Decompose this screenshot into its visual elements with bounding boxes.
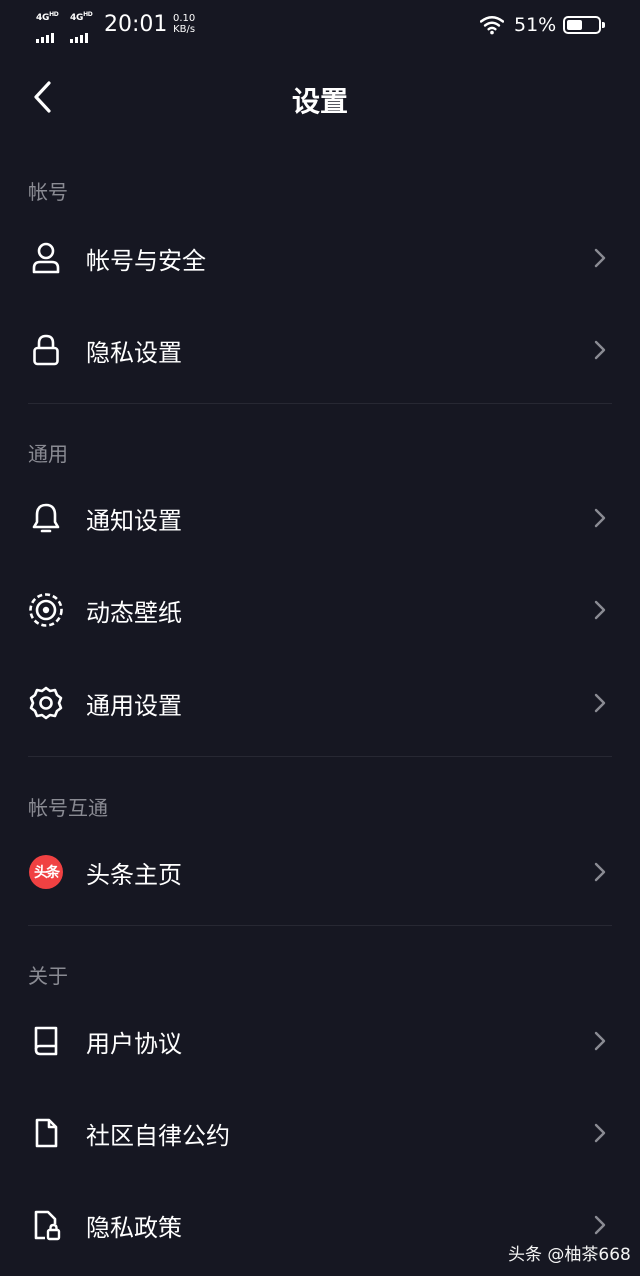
page-title: 设置 [291, 85, 348, 118]
menu-item-label: 隐私政策 [86, 1214, 182, 1242]
network-hd-label: HD [83, 11, 93, 18]
battery-level-fill [567, 20, 582, 30]
section-header-linked-accounts: 帐号互通 [28, 796, 108, 820]
wifi-icon [480, 16, 504, 35]
document-icon [28, 1115, 64, 1151]
menu-item-label: 通用设置 [86, 692, 182, 720]
menu-item-privacy-settings[interactable]: 隐私设置 [0, 306, 640, 394]
lock-icon [28, 332, 64, 368]
toutiao-logo-icon: 头条 [28, 854, 64, 890]
section-header-general: 通用 [28, 442, 68, 466]
menu-item-label: 动态壁纸 [86, 599, 182, 627]
book-icon [28, 1023, 64, 1059]
live-wallpaper-icon [28, 592, 64, 628]
chevron-right-icon [594, 508, 606, 528]
menu-item-label: 用户协议 [86, 1030, 182, 1058]
network-speed-value: 0.10 [173, 13, 196, 24]
signal-bars-icon [70, 24, 90, 43]
gear-icon [28, 685, 64, 721]
chevron-right-icon [594, 862, 606, 882]
chevron-right-icon [594, 248, 606, 268]
menu-item-live-wallpaper[interactable]: 动态壁纸 [0, 566, 640, 654]
chevron-right-icon [594, 340, 606, 360]
signal-bars-icon [36, 24, 56, 43]
chevron-right-icon [594, 1123, 606, 1143]
status-bar: 4GHD 4GHD 20:01 0.10 KB/s 51% [0, 0, 640, 52]
chevron-right-icon [594, 1031, 606, 1051]
toutiao-badge: 头条 [29, 855, 63, 889]
network-type-label: 4G [70, 13, 84, 23]
signal-indicator-1: 4GHD [36, 11, 66, 43]
watermark: 头条 @柚茶668 [508, 1245, 631, 1265]
menu-item-general-settings[interactable]: 通用设置 [0, 659, 640, 747]
menu-item-label: 隐私设置 [86, 339, 182, 367]
signal-indicator-2: 4GHD [70, 11, 100, 43]
user-icon [28, 240, 64, 276]
chevron-right-icon [594, 600, 606, 620]
bell-icon [28, 500, 64, 536]
chevron-right-icon [594, 1215, 606, 1235]
network-hd-label: HD [49, 11, 59, 18]
menu-item-toutiao-homepage[interactable]: 头条 头条主页 [0, 828, 640, 916]
menu-item-label: 头条主页 [86, 861, 182, 889]
menu-item-notification-settings[interactable]: 通知设置 [0, 474, 640, 562]
network-type-label: 4G [36, 13, 50, 23]
section-divider [28, 403, 612, 404]
chevron-right-icon [594, 693, 606, 713]
section-header-account: 帐号 [28, 180, 68, 204]
menu-item-label: 帐号与安全 [86, 247, 206, 275]
menu-item-label: 社区自律公约 [86, 1122, 230, 1150]
network-speed: 0.10 KB/s [173, 13, 195, 35]
battery-icon [563, 16, 605, 34]
battery-percentage: 51% [514, 14, 557, 36]
section-header-about: 关于 [28, 964, 68, 988]
network-speed-unit: KB/s [173, 24, 196, 35]
status-time: 20:01 [104, 12, 168, 37]
menu-item-user-agreement[interactable]: 用户协议 [0, 997, 640, 1085]
privacy-document-icon [28, 1207, 64, 1243]
menu-item-label: 通知设置 [86, 507, 182, 535]
menu-item-account-security[interactable]: 帐号与安全 [0, 214, 640, 302]
menu-item-community-guidelines[interactable]: 社区自律公约 [0, 1089, 640, 1177]
section-divider [28, 925, 612, 926]
section-divider [28, 756, 612, 757]
